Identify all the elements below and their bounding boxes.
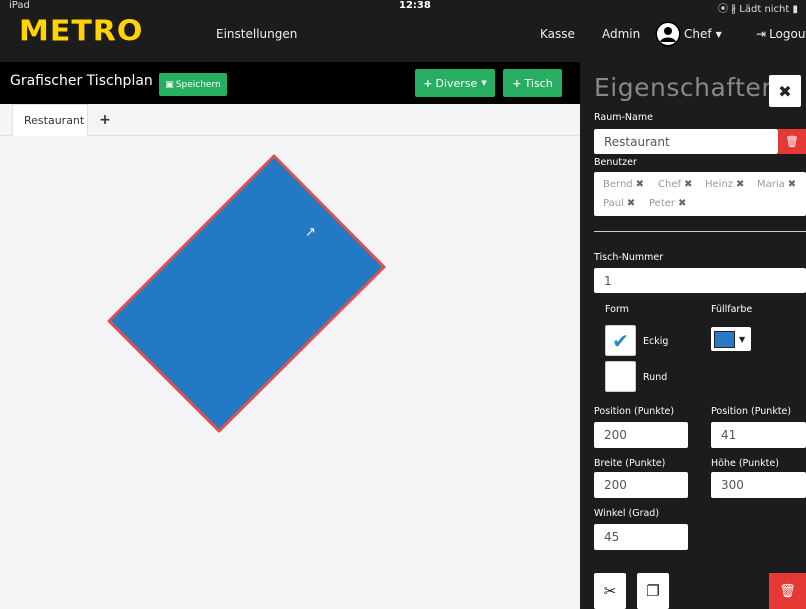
floor-plan-canvas[interactable]: ↗ (0, 136, 580, 609)
chevron-down-icon: ▼ (715, 29, 722, 39)
user-menu[interactable]: Chef ▼ (655, 21, 722, 47)
room-name-input[interactable]: Restaurant (594, 129, 778, 154)
angle-input[interactable]: 45 (594, 524, 688, 550)
logout-label: Logout (769, 27, 806, 41)
remove-icon[interactable]: ✖ (788, 179, 796, 190)
user-chip-label: Bernd (603, 179, 633, 190)
fill-color-picker[interactable]: ▼ (711, 327, 751, 351)
fill-color-label: Füllfarbe (711, 304, 753, 315)
top-navbar: iPad 12:38 ⦿ ∦ Lädt nicht ▮ METRO Einste… (0, 0, 806, 62)
height-input[interactable]: 300 (711, 472, 806, 498)
remove-icon[interactable]: ✖ (736, 179, 744, 190)
copy-button[interactable]: ❐ (637, 573, 669, 609)
table-shape[interactable] (107, 154, 386, 433)
save-label: Speichern (175, 79, 221, 90)
user-chip[interactable]: Maria ✖ (757, 179, 797, 190)
metro-logo[interactable]: METRO (19, 15, 143, 48)
save-button[interactable]: ▣ Speichern (159, 73, 227, 96)
tisch-label: Tisch (524, 76, 553, 90)
user-name: Chef (684, 27, 712, 41)
add-room-tab[interactable]: + (95, 104, 115, 136)
battery-status: ⦿ ∦ Lädt nicht ▮ (717, 4, 798, 15)
plus-icon: + (423, 76, 433, 90)
user-chip-label: Heinz (705, 179, 734, 190)
user-chip-label: Paul (603, 198, 624, 209)
properties-title: Eigenschaften (594, 73, 778, 102)
table-number-label: Tisch-Nummer (594, 252, 664, 263)
carrier-label: iPad (9, 0, 30, 11)
save-icon: ▣ (165, 79, 174, 90)
device-status-bar: iPad 12:38 ⦿ ∦ Lädt nicht ▮ (0, 0, 806, 15)
room-name-label: Raum-Name (594, 112, 653, 123)
add-table-button[interactable]: + Tisch (503, 69, 562, 97)
table-number-input[interactable]: 1 (594, 268, 806, 293)
rund-label: Rund (643, 372, 668, 383)
angle-label: Winkel (Grad) (594, 508, 660, 519)
remove-icon[interactable]: ✖ (684, 179, 692, 190)
diverse-dropdown-button[interactable]: + Diverse ▼ (415, 69, 495, 97)
position-y-input[interactable]: 41 (711, 422, 806, 448)
plus-icon: + (512, 76, 522, 90)
position-x-label: Position (Punkte) (594, 406, 675, 417)
cut-button[interactable]: ✂ (594, 573, 626, 609)
page-title: Grafischer Tischplan (10, 73, 153, 89)
room-tabs: Restaurant + (0, 104, 580, 136)
position-x-input[interactable]: 200 (594, 422, 688, 448)
color-swatch (714, 330, 735, 348)
delete-room-button[interactable]: 🗑 (778, 129, 806, 154)
user-chip-label: Chef (658, 179, 681, 190)
copy-icon: ❐ (646, 582, 660, 600)
delete-table-button[interactable]: 🗑 (769, 573, 806, 609)
user-avatar-icon (655, 21, 681, 47)
user-chip[interactable]: Bernd ✖ (603, 179, 645, 190)
user-chip-label: Maria (757, 179, 785, 190)
remove-icon[interactable]: ✖ (636, 179, 644, 190)
chevron-down-icon: ▼ (481, 79, 487, 87)
chevron-down-icon: ▼ (739, 334, 746, 344)
users-label: Benutzer (594, 157, 637, 168)
user-chip[interactable]: Chef ✖ (658, 179, 693, 190)
width-input[interactable]: 200 (594, 472, 688, 498)
nav-admin[interactable]: Admin (602, 27, 640, 41)
diverse-label: Diverse (435, 76, 478, 90)
user-chip[interactable]: Peter ✖ (649, 198, 687, 209)
height-label: Höhe (Punkte) (711, 458, 779, 469)
user-chip[interactable]: Paul ✖ (603, 198, 636, 209)
width-label: Breite (Punkte) (594, 458, 666, 469)
floor-plan-svg: ↗ (107, 154, 386, 433)
remove-icon[interactable]: ✖ (627, 198, 635, 209)
users-tag-input[interactable]: Bernd ✖ Chef ✖ Heinz ✖ Maria ✖ Paul ✖ Peter ✖ (594, 172, 806, 216)
check-icon: ✔ (612, 328, 629, 353)
nav-einstellungen[interactable]: Einstellungen (216, 27, 297, 41)
tab-restaurant[interactable]: Restaurant (12, 104, 88, 136)
section-divider (594, 231, 806, 232)
scissors-icon: ✂ (603, 582, 617, 600)
rotate-handle-icon[interactable]: ↗ (305, 225, 316, 240)
logout-link[interactable]: ⇥ Logout (756, 27, 806, 41)
position-y-label: Position (Punkte) (711, 406, 792, 417)
trash-icon: 🗑 (785, 135, 799, 148)
form-label: Form (605, 304, 629, 315)
clock: 12:38 (399, 0, 431, 11)
eckig-label: Eckig (643, 336, 669, 347)
close-button[interactable]: ✖ (769, 75, 801, 107)
trash-icon: 🗑 (779, 583, 796, 599)
logout-icon: ⇥ (756, 27, 767, 41)
user-chip[interactable]: Heinz ✖ (705, 179, 745, 190)
close-icon: ✖ (778, 81, 792, 101)
remove-icon[interactable]: ✖ (678, 198, 686, 209)
nav-kasse[interactable]: Kasse (540, 27, 575, 41)
shape-rund-checkbox[interactable] (605, 361, 636, 392)
user-chip-label: Peter (649, 198, 676, 209)
shape-eckig-checkbox[interactable]: ✔ (605, 325, 636, 356)
